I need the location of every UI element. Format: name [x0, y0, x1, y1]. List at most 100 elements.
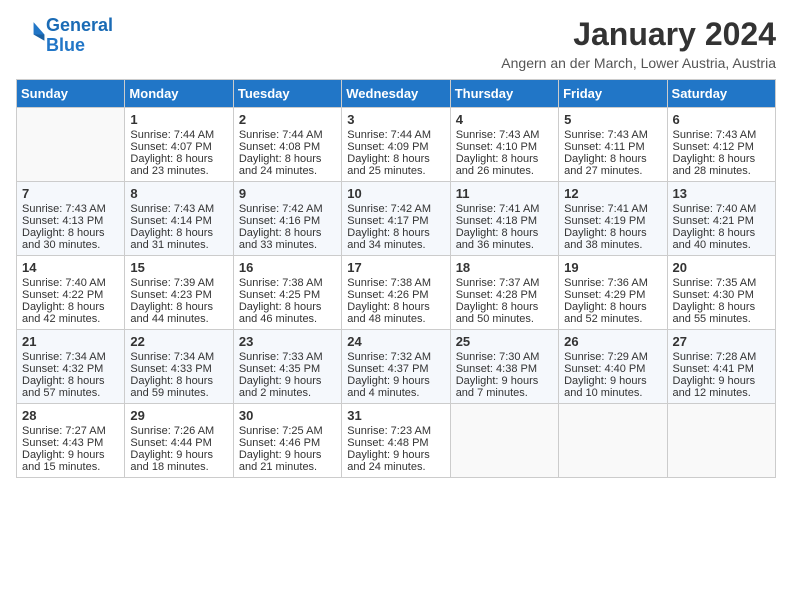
daylight-text: Daylight: 8 hours and 40 minutes. [673, 227, 756, 251]
sunrise-text: Sunrise: 7:44 AM [239, 129, 323, 141]
logo: General Blue [16, 16, 113, 56]
day-cell: 2 Sunrise: 7:44 AM Sunset: 4:08 PM Dayli… [233, 108, 341, 182]
sunrise-text: Sunrise: 7:39 AM [130, 277, 214, 289]
day-cell: 12 Sunrise: 7:41 AM Sunset: 4:19 PM Dayl… [559, 182, 667, 256]
sunset-text: Sunset: 4:16 PM [239, 215, 320, 227]
calendar-body: 1 Sunrise: 7:44 AM Sunset: 4:07 PM Dayli… [17, 108, 776, 478]
week-row-3: 21 Sunrise: 7:34 AM Sunset: 4:32 PM Dayl… [17, 330, 776, 404]
day-number: 23 [239, 334, 336, 349]
sunrise-text: Sunrise: 7:40 AM [22, 277, 106, 289]
daylight-text: Daylight: 8 hours and 36 minutes. [456, 227, 539, 251]
sunset-text: Sunset: 4:10 PM [456, 141, 537, 153]
daylight-text: Daylight: 8 hours and 33 minutes. [239, 227, 322, 251]
sunrise-text: Sunrise: 7:23 AM [347, 425, 431, 437]
sunrise-text: Sunrise: 7:40 AM [673, 203, 757, 215]
day-cell: 1 Sunrise: 7:44 AM Sunset: 4:07 PM Dayli… [125, 108, 233, 182]
day-number: 31 [347, 408, 444, 423]
sunrise-text: Sunrise: 7:35 AM [673, 277, 757, 289]
daylight-text: Daylight: 9 hours and 24 minutes. [347, 449, 430, 473]
day-number: 26 [564, 334, 661, 349]
sunrise-text: Sunrise: 7:42 AM [239, 203, 323, 215]
sunset-text: Sunset: 4:08 PM [239, 141, 320, 153]
sunset-text: Sunset: 4:25 PM [239, 289, 320, 301]
daylight-text: Daylight: 8 hours and 31 minutes. [130, 227, 213, 251]
calendar: SundayMondayTuesdayWednesdayThursdayFrid… [16, 79, 776, 478]
day-cell: 30 Sunrise: 7:25 AM Sunset: 4:46 PM Dayl… [233, 404, 341, 478]
day-number: 28 [22, 408, 119, 423]
day-cell: 22 Sunrise: 7:34 AM Sunset: 4:33 PM Dayl… [125, 330, 233, 404]
day-number: 16 [239, 260, 336, 275]
daylight-text: Daylight: 8 hours and 46 minutes. [239, 301, 322, 325]
week-row-4: 28 Sunrise: 7:27 AM Sunset: 4:43 PM Dayl… [17, 404, 776, 478]
daylight-text: Daylight: 8 hours and 38 minutes. [564, 227, 647, 251]
daylight-text: Daylight: 8 hours and 52 minutes. [564, 301, 647, 325]
day-number: 9 [239, 186, 336, 201]
week-row-0: 1 Sunrise: 7:44 AM Sunset: 4:07 PM Dayli… [17, 108, 776, 182]
day-cell: 6 Sunrise: 7:43 AM Sunset: 4:12 PM Dayli… [667, 108, 775, 182]
sunrise-text: Sunrise: 7:41 AM [456, 203, 540, 215]
day-cell: 14 Sunrise: 7:40 AM Sunset: 4:22 PM Dayl… [17, 256, 125, 330]
sunset-text: Sunset: 4:21 PM [673, 215, 754, 227]
day-cell: 23 Sunrise: 7:33 AM Sunset: 4:35 PM Dayl… [233, 330, 341, 404]
sunrise-text: Sunrise: 7:44 AM [347, 129, 431, 141]
sunrise-text: Sunrise: 7:34 AM [130, 351, 214, 363]
day-number: 15 [130, 260, 227, 275]
daylight-text: Daylight: 9 hours and 7 minutes. [456, 375, 539, 399]
daylight-text: Daylight: 9 hours and 4 minutes. [347, 375, 430, 399]
day-cell [450, 404, 558, 478]
sunrise-text: Sunrise: 7:32 AM [347, 351, 431, 363]
daylight-text: Daylight: 8 hours and 23 minutes. [130, 153, 213, 177]
day-number: 8 [130, 186, 227, 201]
day-cell: 21 Sunrise: 7:34 AM Sunset: 4:32 PM Dayl… [17, 330, 125, 404]
daylight-text: Daylight: 8 hours and 28 minutes. [673, 153, 756, 177]
sunrise-text: Sunrise: 7:30 AM [456, 351, 540, 363]
day-number: 17 [347, 260, 444, 275]
logo-icon [18, 19, 46, 47]
daylight-text: Daylight: 8 hours and 26 minutes. [456, 153, 539, 177]
sunset-text: Sunset: 4:40 PM [564, 363, 645, 375]
day-cell: 20 Sunrise: 7:35 AM Sunset: 4:30 PM Dayl… [667, 256, 775, 330]
day-number: 29 [130, 408, 227, 423]
day-number: 7 [22, 186, 119, 201]
header-saturday: Saturday [667, 80, 775, 108]
day-cell: 10 Sunrise: 7:42 AM Sunset: 4:17 PM Dayl… [342, 182, 450, 256]
daylight-text: Daylight: 9 hours and 21 minutes. [239, 449, 322, 473]
day-number: 10 [347, 186, 444, 201]
day-number: 2 [239, 112, 336, 127]
logo-text: General Blue [46, 16, 113, 56]
day-number: 24 [347, 334, 444, 349]
daylight-text: Daylight: 8 hours and 48 minutes. [347, 301, 430, 325]
sunset-text: Sunset: 4:23 PM [130, 289, 211, 301]
day-cell [17, 108, 125, 182]
daylight-text: Daylight: 8 hours and 50 minutes. [456, 301, 539, 325]
sunset-text: Sunset: 4:14 PM [130, 215, 211, 227]
sunset-text: Sunset: 4:32 PM [22, 363, 103, 375]
day-cell: 24 Sunrise: 7:32 AM Sunset: 4:37 PM Dayl… [342, 330, 450, 404]
sunrise-text: Sunrise: 7:25 AM [239, 425, 323, 437]
daylight-text: Daylight: 8 hours and 57 minutes. [22, 375, 105, 399]
week-row-1: 7 Sunrise: 7:43 AM Sunset: 4:13 PM Dayli… [17, 182, 776, 256]
day-number: 25 [456, 334, 553, 349]
sunrise-text: Sunrise: 7:41 AM [564, 203, 648, 215]
sunrise-text: Sunrise: 7:43 AM [673, 129, 757, 141]
day-cell: 26 Sunrise: 7:29 AM Sunset: 4:40 PM Dayl… [559, 330, 667, 404]
daylight-text: Daylight: 9 hours and 18 minutes. [130, 449, 213, 473]
day-cell: 11 Sunrise: 7:41 AM Sunset: 4:18 PM Dayl… [450, 182, 558, 256]
day-number: 11 [456, 186, 553, 201]
sunset-text: Sunset: 4:22 PM [22, 289, 103, 301]
sunset-text: Sunset: 4:12 PM [673, 141, 754, 153]
day-cell: 4 Sunrise: 7:43 AM Sunset: 4:10 PM Dayli… [450, 108, 558, 182]
day-number: 22 [130, 334, 227, 349]
day-cell [667, 404, 775, 478]
sunrise-text: Sunrise: 7:43 AM [564, 129, 648, 141]
day-cell: 9 Sunrise: 7:42 AM Sunset: 4:16 PM Dayli… [233, 182, 341, 256]
day-cell: 15 Sunrise: 7:39 AM Sunset: 4:23 PM Dayl… [125, 256, 233, 330]
day-cell: 13 Sunrise: 7:40 AM Sunset: 4:21 PM Dayl… [667, 182, 775, 256]
sunrise-text: Sunrise: 7:27 AM [22, 425, 106, 437]
sunrise-text: Sunrise: 7:42 AM [347, 203, 431, 215]
week-row-2: 14 Sunrise: 7:40 AM Sunset: 4:22 PM Dayl… [17, 256, 776, 330]
daylight-text: Daylight: 8 hours and 34 minutes. [347, 227, 430, 251]
header-wednesday: Wednesday [342, 80, 450, 108]
daylight-text: Daylight: 8 hours and 59 minutes. [130, 375, 213, 399]
day-cell: 7 Sunrise: 7:43 AM Sunset: 4:13 PM Dayli… [17, 182, 125, 256]
